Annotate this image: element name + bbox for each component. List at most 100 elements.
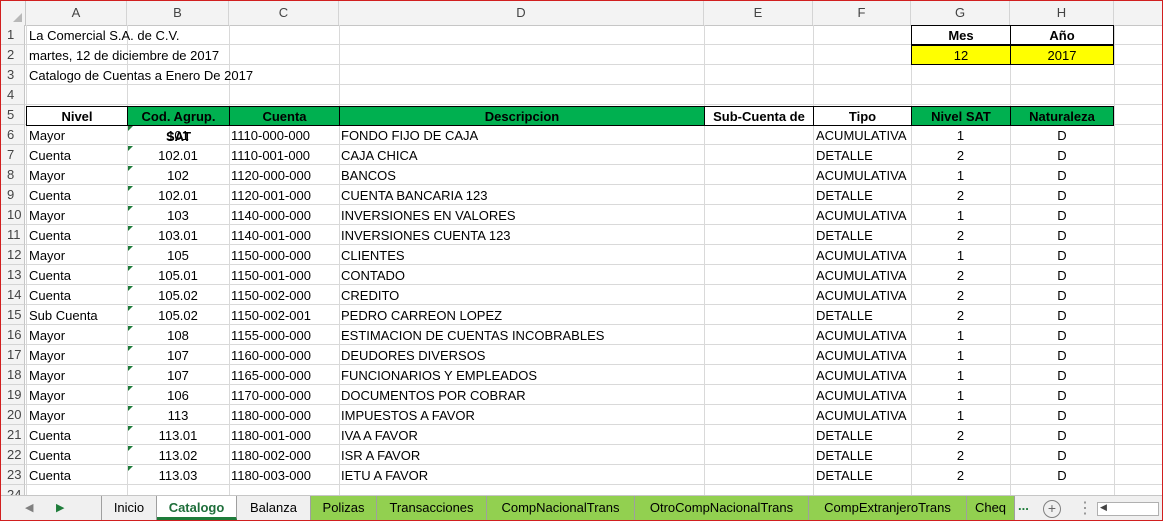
nivel-cell[interactable]: Cuenta — [29, 146, 125, 166]
row-header[interactable]: 1 — [1, 25, 25, 45]
company-name-cell[interactable]: La Comercial S.A. de C.V. — [29, 26, 180, 46]
nivel-sat-cell[interactable]: 2 — [911, 266, 1010, 286]
sub-cuenta-cell[interactable] — [706, 166, 811, 186]
descripcion-cell[interactable]: IMPUESTOS A FAVOR — [341, 406, 701, 426]
cuenta-cell[interactable]: 1120-001-000 — [231, 186, 337, 206]
row-header[interactable]: 23 — [1, 465, 25, 485]
nivel-sat-cell[interactable]: 2 — [911, 186, 1010, 206]
cuenta-cell[interactable]: 1140-000-000 — [231, 206, 337, 226]
row-header[interactable]: 12 — [1, 245, 25, 265]
nivel-cell[interactable]: Mayor — [29, 246, 125, 266]
header-cuenta[interactable]: Cuenta — [229, 106, 340, 126]
scroll-splitter-icon[interactable]: ⋮ — [1077, 498, 1093, 518]
descripcion-cell[interactable]: FUNCIONARIOS Y EMPLEADOS — [341, 366, 701, 386]
nivel-cell[interactable]: Cuenta — [29, 446, 125, 466]
column-header-h[interactable]: H — [1010, 1, 1114, 25]
naturaleza-cell[interactable]: D — [1010, 466, 1114, 486]
sub-cuenta-cell[interactable] — [706, 126, 811, 146]
nivel-cell[interactable]: Cuenta — [29, 466, 125, 486]
tipo-cell[interactable]: ACUMULATIVA — [816, 166, 911, 186]
naturaleza-cell[interactable]: D — [1010, 266, 1114, 286]
tab-catalogo[interactable]: Catalogo — [157, 496, 237, 520]
row-header[interactable]: 18 — [1, 365, 25, 385]
cod-agrup-cell[interactable]: 106 — [127, 386, 229, 406]
nivel-sat-cell[interactable]: 1 — [911, 246, 1010, 266]
cuenta-cell[interactable]: 1180-002-000 — [231, 446, 337, 466]
naturaleza-cell[interactable]: D — [1010, 186, 1114, 206]
tab-compextranjerotrans[interactable]: CompExtranjeroTrans — [809, 496, 967, 520]
nivel-cell[interactable]: Cuenta — [29, 226, 125, 246]
sub-cuenta-cell[interactable] — [706, 246, 811, 266]
descripcion-cell[interactable]: DEUDORES DIVERSOS — [341, 346, 701, 366]
nivel-cell[interactable]: Mayor — [29, 326, 125, 346]
nivel-cell[interactable]: Mayor — [29, 206, 125, 226]
tipo-cell[interactable]: DETALLE — [816, 226, 911, 246]
scroll-left-icon[interactable]: ◀ — [1100, 502, 1107, 513]
row-header[interactable]: 9 — [1, 185, 25, 205]
nivel-cell[interactable]: Mayor — [29, 366, 125, 386]
row-header[interactable]: 6 — [1, 125, 25, 145]
sub-cuenta-cell[interactable] — [706, 446, 811, 466]
cod-agrup-cell[interactable]: 102.01 — [127, 146, 229, 166]
header-naturaleza[interactable]: Naturaleza — [1010, 106, 1114, 126]
select-all-corner[interactable] — [1, 1, 26, 25]
header-tipo[interactable]: Tipo — [813, 106, 912, 126]
row-header[interactable]: 3 — [1, 65, 25, 85]
cod-agrup-cell[interactable]: 105.02 — [127, 306, 229, 326]
descripcion-cell[interactable]: ESTIMACION DE CUENTAS INCOBRABLES — [341, 326, 701, 346]
anio-label-cell[interactable]: Año — [1010, 25, 1114, 45]
descripcion-cell[interactable]: BANCOS — [341, 166, 701, 186]
cuenta-cell[interactable]: 1180-003-000 — [231, 466, 337, 486]
row-header[interactable]: 20 — [1, 405, 25, 425]
tipo-cell[interactable]: DETALLE — [816, 446, 911, 466]
descripcion-cell[interactable]: FONDO FIJO DE CAJA — [341, 126, 701, 146]
tipo-cell[interactable]: DETALLE — [816, 146, 911, 166]
sub-cuenta-cell[interactable] — [706, 206, 811, 226]
cuenta-cell[interactable]: 1150-002-001 — [231, 306, 337, 326]
header-nivel-sat[interactable]: Nivel SAT — [911, 106, 1011, 126]
sub-cuenta-cell[interactable] — [706, 466, 811, 486]
row-header[interactable]: 11 — [1, 225, 25, 245]
cod-agrup-cell[interactable]: 113.03 — [127, 466, 229, 486]
row-header[interactable]: 22 — [1, 445, 25, 465]
descripcion-cell[interactable]: DOCUMENTOS POR COBRAR — [341, 386, 701, 406]
cod-agrup-cell[interactable]: 102 — [127, 166, 229, 186]
descripcion-cell[interactable]: IVA A FAVOR — [341, 426, 701, 446]
column-header-d[interactable]: D — [339, 1, 704, 25]
header-cod-agrup-sat[interactable]: Cod. Agrup. SAT — [127, 106, 230, 144]
header-sub-cuenta-de[interactable]: Sub-Cuenta de — [704, 106, 814, 126]
cuenta-cell[interactable]: 1150-001-000 — [231, 266, 337, 286]
tab-transacciones[interactable]: Transacciones — [377, 496, 487, 520]
sub-cuenta-cell[interactable] — [706, 346, 811, 366]
tipo-cell[interactable]: ACUMULATIVA — [816, 266, 911, 286]
cuenta-cell[interactable]: 1110-001-000 — [231, 146, 337, 166]
naturaleza-cell[interactable]: D — [1010, 246, 1114, 266]
cuenta-cell[interactable]: 1150-000-000 — [231, 246, 337, 266]
header-descripcion[interactable]: Descripcion — [339, 106, 705, 126]
nivel-sat-cell[interactable]: 1 — [911, 326, 1010, 346]
tipo-cell[interactable]: DETALLE — [816, 306, 911, 326]
mes-label-cell[interactable]: Mes — [911, 25, 1011, 45]
row-header[interactable]: 8 — [1, 165, 25, 185]
naturaleza-cell[interactable]: D — [1010, 366, 1114, 386]
tipo-cell[interactable]: ACUMULATIVA — [816, 366, 911, 386]
nivel-sat-cell[interactable]: 1 — [911, 166, 1010, 186]
cod-agrup-cell[interactable]: 101 — [127, 126, 229, 146]
naturaleza-cell[interactable]: D — [1010, 146, 1114, 166]
sub-cuenta-cell[interactable] — [706, 306, 811, 326]
naturaleza-cell[interactable]: D — [1010, 126, 1114, 146]
tipo-cell[interactable]: ACUMULATIVA — [816, 286, 911, 306]
more-tabs-button[interactable]: ... — [1018, 498, 1029, 513]
tipo-cell[interactable]: ACUMULATIVA — [816, 126, 911, 146]
nivel-sat-cell[interactable]: 2 — [911, 306, 1010, 326]
row-header[interactable]: 13 — [1, 265, 25, 285]
sub-cuenta-cell[interactable] — [706, 226, 811, 246]
column-header-e[interactable]: E — [704, 1, 813, 25]
cuenta-cell[interactable]: 1165-000-000 — [231, 366, 337, 386]
descripcion-cell[interactable]: IETU A FAVOR — [341, 466, 701, 486]
column-header-b[interactable]: B — [127, 1, 229, 25]
cod-agrup-cell[interactable]: 107 — [127, 346, 229, 366]
cuenta-cell[interactable]: 1180-000-000 — [231, 406, 337, 426]
descripcion-cell[interactable]: PEDRO CARREON LOPEZ — [341, 306, 701, 326]
catalog-title-cell[interactable]: Catalogo de Cuentas a Enero De 2017 — [29, 66, 253, 86]
